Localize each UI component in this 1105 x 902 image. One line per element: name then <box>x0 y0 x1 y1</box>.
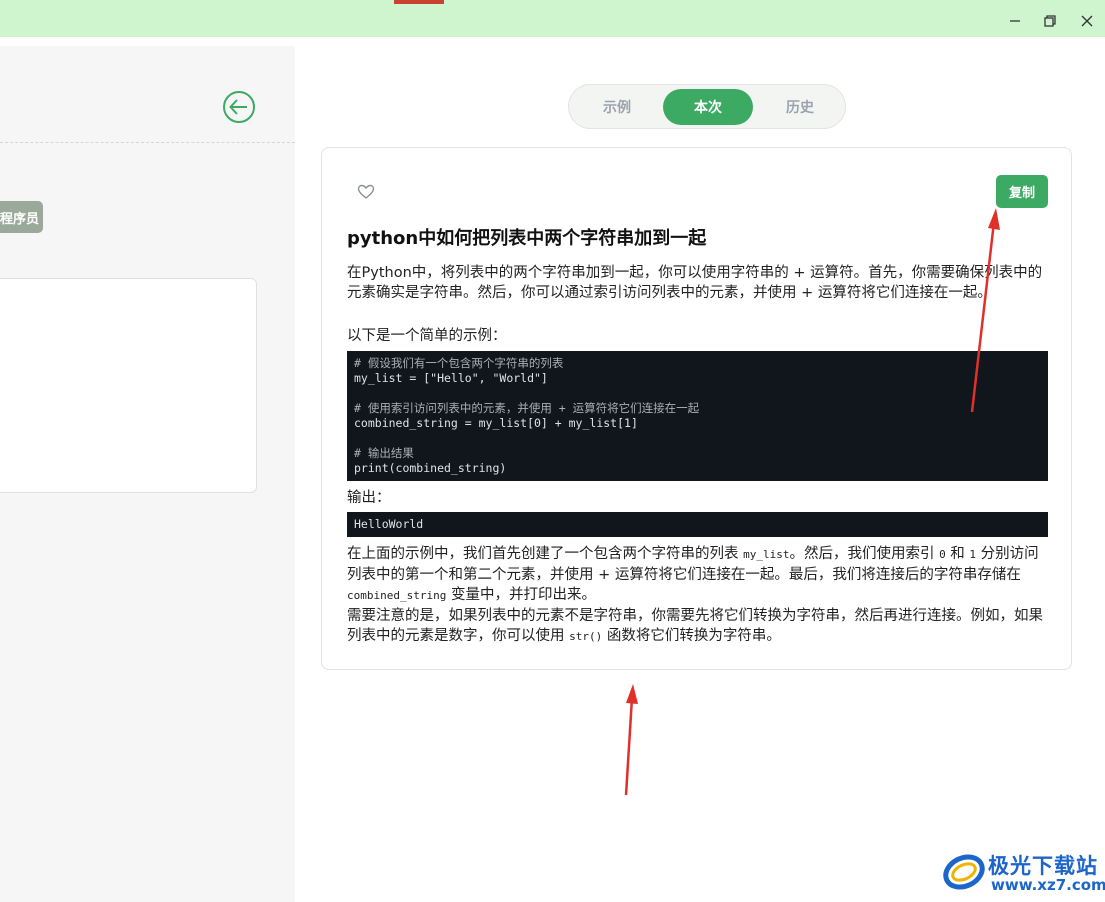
inline-code: str() <box>569 630 603 643</box>
question-title: python中如何把列表中两个字符串加到一起 <box>347 228 707 249</box>
collapse-back-button[interactable] <box>221 89 257 125</box>
watermark-url: www.xz7.com <box>991 876 1105 894</box>
left-divider <box>0 142 295 143</box>
code-line-2: my_list = ["Hello", "World"] <box>354 371 548 385</box>
tab-current[interactable]: 本次 <box>663 89 753 125</box>
code-line-1: # 假设我们有一个包含两个字符串的列表 <box>354 356 564 370</box>
code-line-4: # 使用索引访问列表中的元素，并使用 + 运算符将它们连接在一起 <box>354 401 700 415</box>
title-bar <box>0 0 1105 37</box>
answer-intro: 在Python中，将列表中的两个字符串加到一起，你可以使用字符串的 + 运算符。… <box>347 265 1043 301</box>
restore-icon <box>1044 15 1056 27</box>
example-lead: 以下是一个简单的示例： <box>347 328 507 344</box>
favorite-button[interactable] <box>357 183 375 201</box>
code-line-7: # 输出结果 <box>354 446 414 460</box>
title-bar-accent <box>394 0 444 4</box>
explain-text: 和 <box>945 546 970 562</box>
output-label: 输出： <box>347 490 391 506</box>
answer-explanation-2: 需要注意的是，如果列表中的元素不是字符串，你需要先将它们转换为字符串，然后再进行… <box>347 606 1049 647</box>
result-tabs: 示例 本次 历史 <box>568 84 846 129</box>
inline-code: my_list <box>743 548 790 561</box>
explain-text: 。然后，我们使用索引 <box>789 546 940 562</box>
tab-history[interactable]: 历史 <box>755 89 845 125</box>
role-chip-label: 程序员 <box>0 211 39 227</box>
inline-code: 0 <box>939 548 946 561</box>
inline-code: combined_string <box>347 589 447 602</box>
arrow-to-answer-card <box>624 684 638 796</box>
code-line-5: combined_string = my_list[0] + my_list[1… <box>354 416 638 430</box>
role-chip[interactable]: 程序员 <box>0 201 43 233</box>
output-code-block[interactable]: HelloWorld <box>347 512 1048 537</box>
arrow-left-circle-icon <box>223 91 255 123</box>
input-card[interactable] <box>0 278 257 493</box>
close-icon <box>1081 15 1093 27</box>
explain-text: 函数将它们转换为字符串。 <box>602 628 781 644</box>
code-block[interactable]: # 假设我们有一个包含两个字符串的列表 my_list = ["Hello", … <box>347 351 1048 481</box>
code-line-8: print(combined_string) <box>354 461 507 475</box>
heart-icon <box>357 184 375 199</box>
close-button[interactable] <box>1076 10 1098 32</box>
explain-text: 在上面的示例中，我们首先创建了一个包含两个字符串的列表 <box>347 546 744 562</box>
explain-text: 变量中，并打印出来。 <box>446 587 596 603</box>
tab-example[interactable]: 示例 <box>572 89 662 125</box>
restore-button[interactable] <box>1039 10 1061 32</box>
answer-explanation-1: 在上面的示例中，我们首先创建了一个包含两个字符串的列表 my_list。然后，我… <box>347 544 1049 606</box>
minimize-button[interactable] <box>1004 10 1026 32</box>
output-code: HelloWorld <box>354 517 424 531</box>
copy-button[interactable]: 复制 <box>996 175 1048 208</box>
minimize-icon <box>1010 20 1020 22</box>
